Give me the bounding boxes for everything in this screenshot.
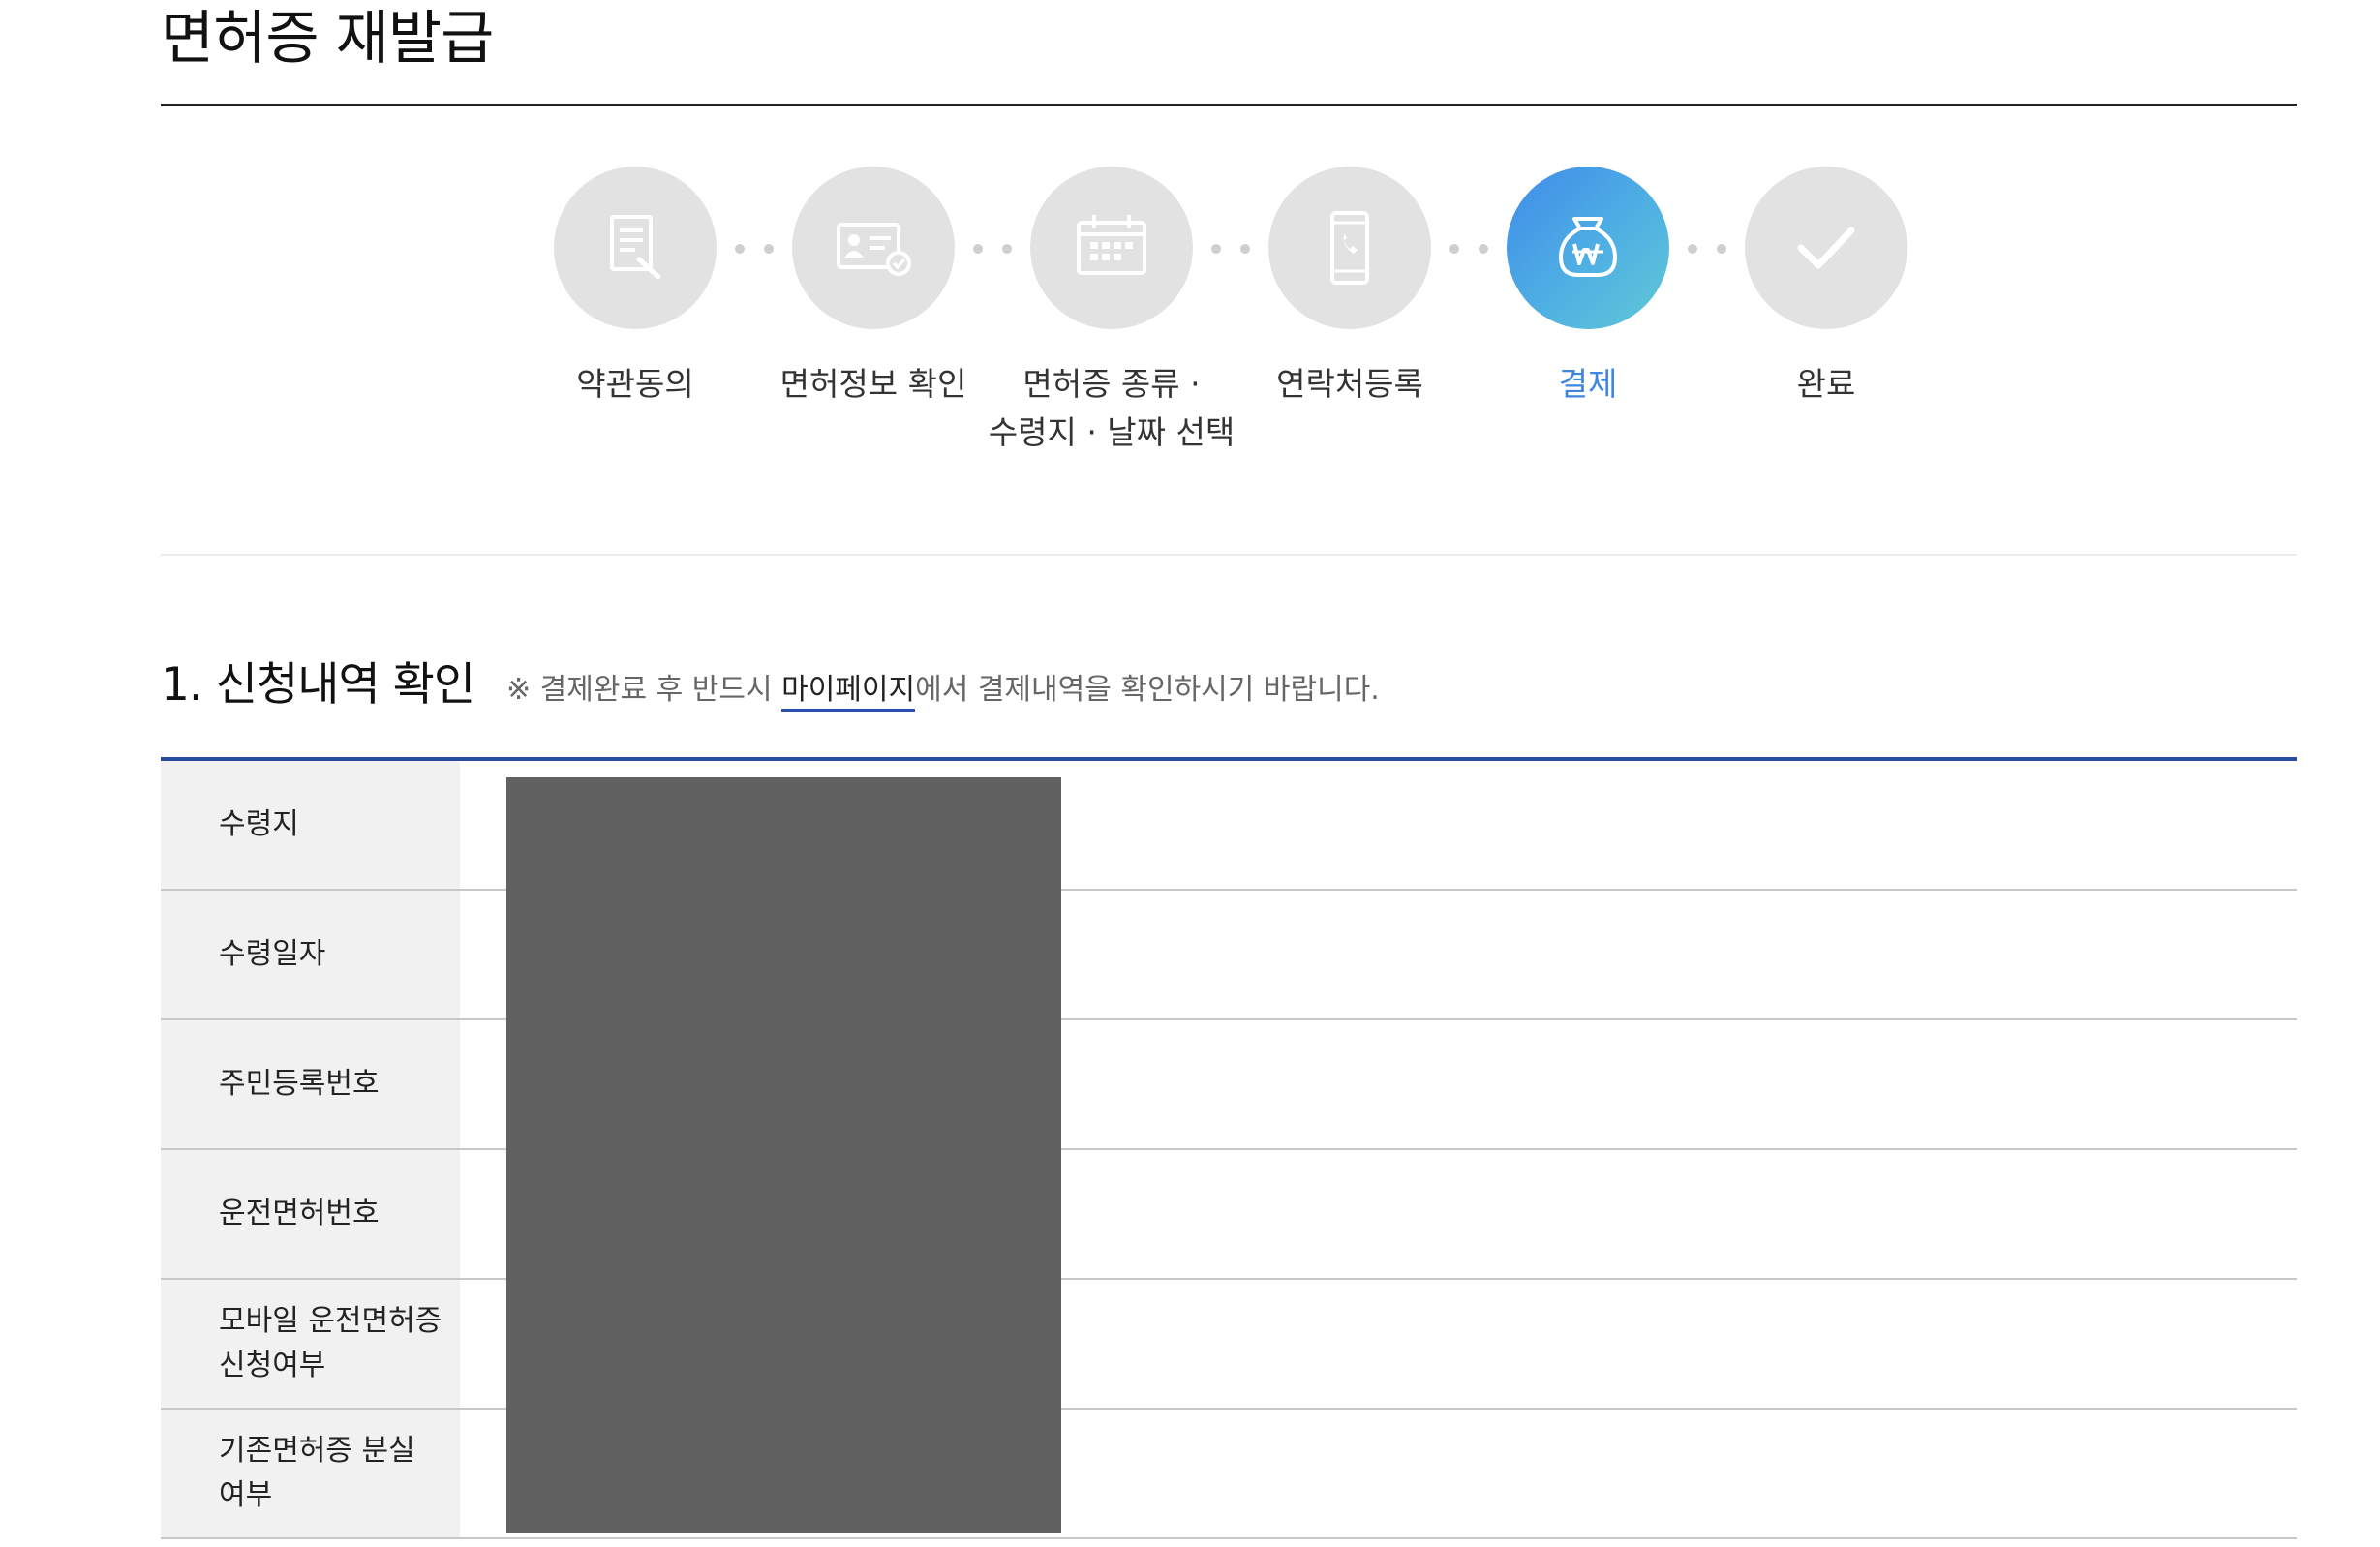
mobile-phone-icon (1330, 211, 1369, 285)
step-payment: 결제 (1507, 167, 1669, 403)
row-mobile-license: 모바일 운전면허증 신청여부 (161, 1280, 2297, 1410)
step-connector (1211, 244, 1250, 254)
row-label: 주민등록번호 (161, 1020, 460, 1148)
reissue-page: 면허증 재발급 약관동의 면허정보 확인 면허증 종류 · 수령지 · 날짜 선… (0, 0, 2380, 1547)
row-lost-license: 기존면허증 분실 여부 (161, 1410, 2297, 1539)
row-resident-number: 주민등록번호 (161, 1020, 2297, 1150)
document-sign-icon (610, 215, 661, 280)
step-contact-registration: 연락처등록 (1268, 167, 1431, 403)
step-complete: 완료 (1745, 167, 1907, 403)
step-connector (973, 244, 1012, 254)
step-label: 완료 (1796, 365, 1856, 403)
row-label: 수령일자 (161, 891, 460, 1018)
row-label: 기존면허증 분실 여부 (161, 1410, 460, 1537)
row-pickup-date: 수령일자 (161, 891, 2297, 1020)
calendar-icon (1077, 215, 1146, 275)
section-title: 1. 신청내역 확인 (161, 658, 475, 712)
row-label: 수령지 (161, 761, 460, 889)
mypage-link[interactable]: 마이페이지 (781, 673, 916, 712)
step-circle (1030, 167, 1193, 329)
step-circle (554, 167, 717, 329)
page-title: 면허증 재발급 (161, 5, 494, 73)
title-divider (161, 104, 2297, 106)
row-label: 모바일 운전면허증 신청여부 (161, 1280, 460, 1408)
step-circle (792, 167, 955, 329)
step-circle-active (1507, 167, 1669, 329)
step-circle (1268, 167, 1431, 329)
step-connector (1449, 244, 1488, 254)
step-connector (1688, 244, 1726, 254)
payment-notice: ※ 결제완료 후 반드시 마이페이지에서 결제내역을 확인하시기 바랍니다. (506, 670, 1380, 712)
step-terms-agreement: 약관동의 (554, 167, 717, 403)
step-license-info: 면허정보 확인 (780, 167, 966, 403)
id-card-check-icon (837, 223, 911, 276)
redacted-values-block (506, 777, 1061, 1533)
checkmark-icon (1797, 227, 1855, 269)
row-pickup-location: 수령지 (161, 761, 2297, 891)
row-license-number: 운전면허번호 (161, 1150, 2297, 1280)
step-circle (1745, 167, 1907, 329)
section-divider (161, 554, 2297, 556)
won-money-bag-icon (1559, 217, 1617, 277)
row-label: 운전면허번호 (161, 1150, 460, 1278)
step-connector (735, 244, 774, 254)
step-license-type-date: 면허증 종류 · 수령지 · 날짜 선택 (989, 167, 1235, 451)
